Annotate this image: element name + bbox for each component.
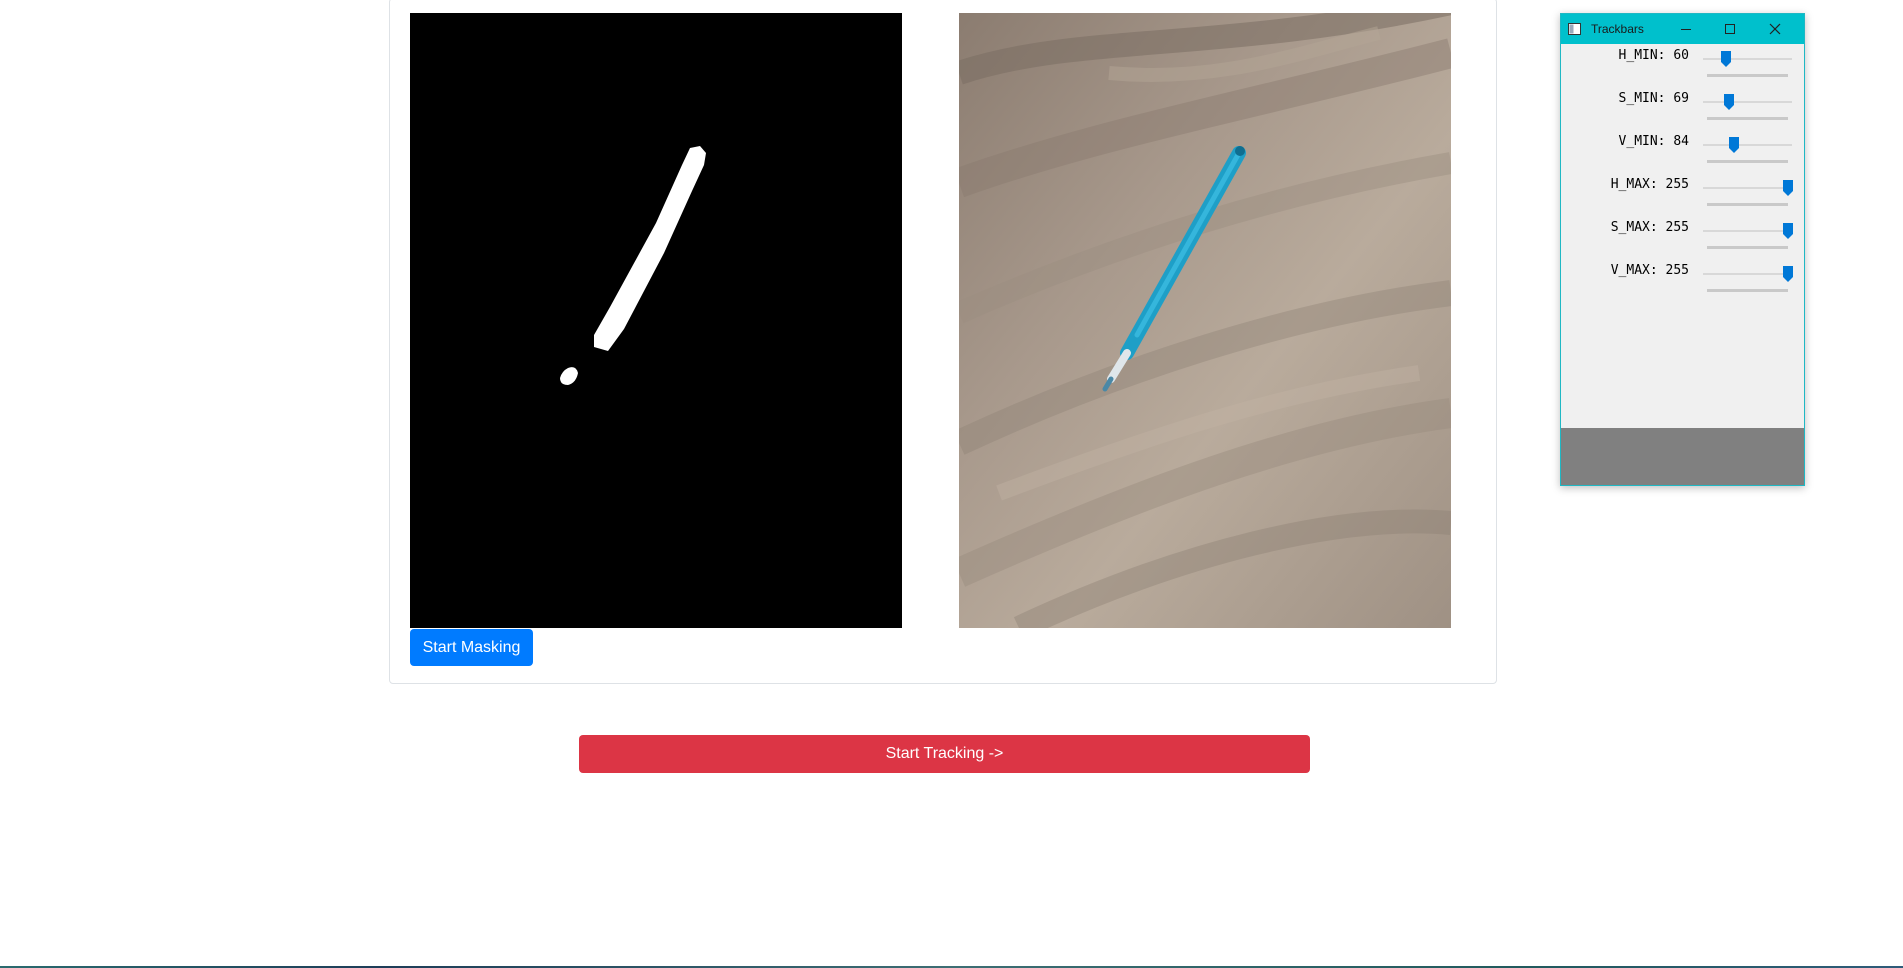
trackbars-panel: H_MIN: 60 S_MIN: 69 V_MIN: 84 H_MAX: 255… <box>1561 44 1804 397</box>
camera-video-feed <box>959 13 1451 628</box>
camera-image <box>959 13 1451 628</box>
slider-thumb[interactable] <box>1721 51 1732 67</box>
maximize-icon[interactable] <box>1708 14 1752 44</box>
slider-track <box>1703 230 1792 232</box>
mask-image <box>410 13 902 628</box>
minimize-icon[interactable] <box>1664 14 1708 44</box>
trackbar-slider-v-max[interactable] <box>1699 259 1796 302</box>
trackbar-row-v-max: V_MAX: 255 <box>1561 259 1804 302</box>
trackbar-label: H_MAX: 255 <box>1610 177 1689 192</box>
slider-track <box>1703 187 1792 189</box>
trackbar-row-v-min: V_MIN: 84 <box>1561 130 1804 173</box>
app-window-icon <box>1568 22 1581 35</box>
close-icon[interactable] <box>1753 14 1797 44</box>
slider-tick-bar <box>1707 246 1788 249</box>
trackbar-slider-h-min[interactable] <box>1699 44 1796 87</box>
trackbar-label: V_MIN: 84 <box>1618 134 1689 149</box>
trackbar-label: S_MIN: 69 <box>1618 91 1689 106</box>
trackbar-row-h-min: H_MIN: 60 <box>1561 44 1804 87</box>
trackbar-row-s-max: S_MAX: 255 <box>1561 216 1804 259</box>
mask-video-feed <box>410 13 902 628</box>
slider-track <box>1703 101 1792 103</box>
slider-tick-bar <box>1707 289 1788 292</box>
start-tracking-button[interactable]: Start Tracking -> <box>579 735 1310 773</box>
trackbar-slider-h-max[interactable] <box>1699 173 1796 216</box>
trackbar-slider-s-min[interactable] <box>1699 87 1796 130</box>
slider-thumb[interactable] <box>1728 137 1739 153</box>
trackbars-image-area <box>1561 428 1804 485</box>
trackbar-row-h-max: H_MAX: 255 <box>1561 173 1804 216</box>
trackbars-window: Trackbars H_MIN: 60 S_MIN: 69 V_MIN: 84 … <box>1560 13 1805 486</box>
slider-tick-bar <box>1707 117 1788 120</box>
slider-thumb[interactable] <box>1723 94 1734 110</box>
slider-thumb[interactable] <box>1783 266 1793 282</box>
trackbar-label: H_MIN: 60 <box>1618 48 1689 63</box>
slider-thumb[interactable] <box>1783 180 1793 196</box>
slider-tick-bar <box>1707 203 1788 206</box>
trackbars-window-title: Trackbars <box>1591 22 1644 36</box>
slider-tick-bar <box>1707 74 1788 77</box>
slider-track <box>1703 273 1792 275</box>
trackbars-titlebar[interactable]: Trackbars <box>1561 14 1804 44</box>
slider-track <box>1703 144 1792 146</box>
slider-thumb[interactable] <box>1783 223 1793 239</box>
trackbar-row-s-min: S_MIN: 69 <box>1561 87 1804 130</box>
start-masking-button[interactable]: Start Masking <box>410 629 533 666</box>
trackbar-slider-s-max[interactable] <box>1699 216 1796 259</box>
trackbar-label: S_MAX: 255 <box>1610 220 1689 235</box>
slider-track <box>1703 58 1792 60</box>
trackbar-label: V_MAX: 255 <box>1610 263 1689 278</box>
trackbar-slider-v-min[interactable] <box>1699 130 1796 173</box>
slider-tick-bar <box>1707 160 1788 163</box>
